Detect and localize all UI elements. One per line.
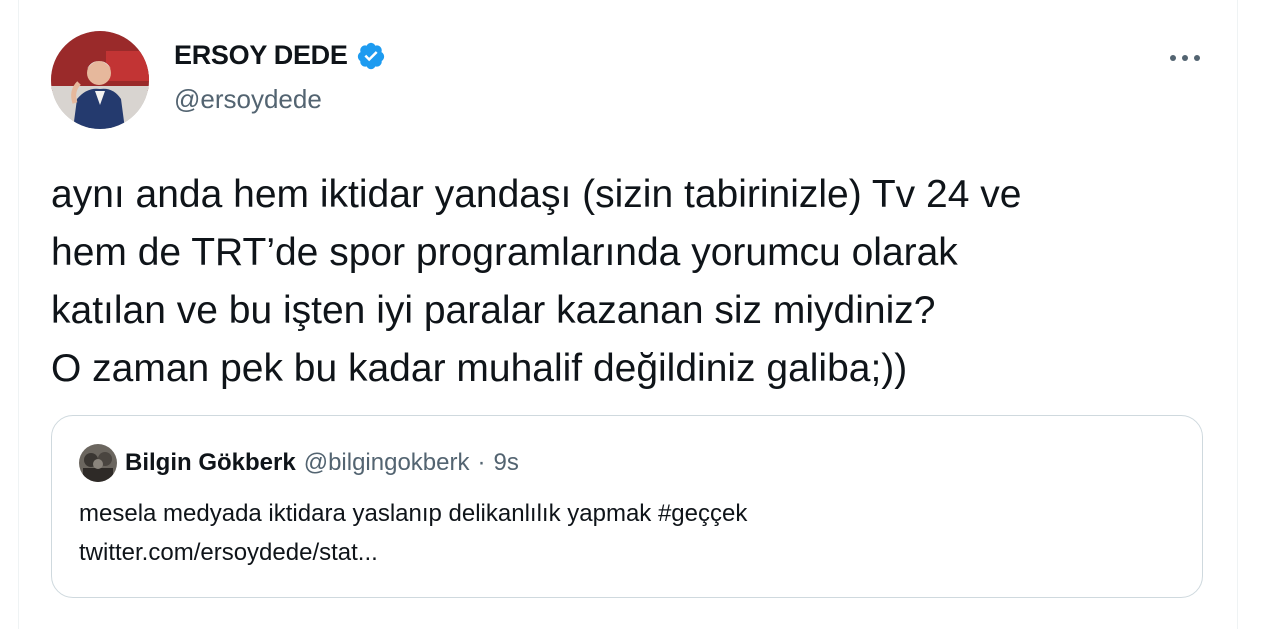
- author-name-row: ERSOY DEDE: [174, 40, 386, 71]
- quoted-tweet-time[interactable]: 9s: [494, 449, 519, 477]
- more-horizontal-icon: [1169, 49, 1201, 67]
- quoted-tweet-header: Bilgin Gökberk @bilgingokberk · 9s: [79, 444, 519, 482]
- author-avatar[interactable]: [51, 31, 149, 129]
- tweet-text-line: O zaman pek bu kadar muhalif değildiniz …: [51, 347, 908, 390]
- more-options-button[interactable]: [1160, 38, 1210, 78]
- tweet-text-line: hem de TRT’de spor programlarında yorumc…: [51, 231, 958, 274]
- quoted-author-avatar[interactable]: [79, 444, 117, 482]
- verified-badge-icon: [356, 41, 386, 71]
- tweet-text-line: katılan ve bu işten iyi paralar kazanan …: [51, 289, 936, 332]
- quoted-tweet-text-line: mesela medyada iktidara yaslanıp delikan…: [79, 500, 748, 527]
- tweet-text-line: aynı anda hem iktidar yandaşı (sizin tab…: [51, 173, 1022, 216]
- author-handle[interactable]: @ersoydede: [174, 84, 322, 115]
- separator-dot: ·: [477, 449, 486, 476]
- quoted-author-handle[interactable]: @bilgingokberk: [304, 449, 470, 477]
- quoted-tweet-link[interactable]: twitter.com/ersoydede/stat...: [79, 533, 747, 572]
- author-display-name[interactable]: ERSOY DEDE: [174, 40, 348, 71]
- tweet-text: aynı anda hem iktidar yandaşı (sizin tab…: [51, 166, 1231, 398]
- quoted-author-name[interactable]: Bilgin Gökberk: [125, 449, 296, 477]
- quoted-tweet-card[interactable]: Bilgin Gökberk @bilgingokberk · 9s mesel…: [51, 415, 1203, 598]
- quoted-tweet-text: mesela medyada iktidara yaslanıp delikan…: [79, 494, 747, 572]
